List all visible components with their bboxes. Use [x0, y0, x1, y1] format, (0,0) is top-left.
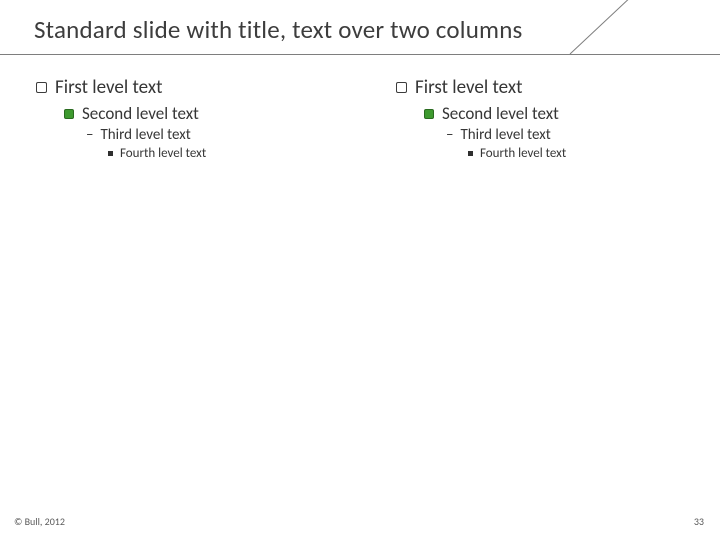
right-column: First level text Second level text – Thi…: [360, 76, 720, 161]
green-square-bullet-icon: [424, 109, 434, 119]
footer-copyright: © Bull, 2012: [14, 515, 65, 528]
small-square-bullet-icon: [108, 151, 113, 156]
green-square-bullet-icon: [64, 109, 74, 119]
two-column-body: First level text Second level text – Thi…: [0, 76, 720, 161]
list-item-level2: Second level text: [64, 103, 348, 124]
level1-text: First level text: [55, 76, 162, 99]
slide-header: Standard slide with title, text over two…: [0, 0, 720, 64]
slide-title: Standard slide with title, text over two…: [34, 14, 523, 45]
level4-text: Fourth level text: [120, 146, 206, 161]
list-item-level1: First level text: [396, 76, 708, 99]
header-diagonal-decoration: [530, 0, 720, 64]
left-column: First level text Second level text – Thi…: [0, 76, 360, 161]
list-item-level3: – Third level text: [86, 126, 348, 144]
page-number: 33: [694, 515, 704, 528]
list-item-level4: Fourth level text: [468, 146, 708, 161]
level4-text: Fourth level text: [480, 146, 566, 161]
list-item-level2: Second level text: [424, 103, 708, 124]
level1-text: First level text: [415, 76, 522, 99]
level2-text: Second level text: [442, 103, 559, 124]
level2-text: Second level text: [82, 103, 199, 124]
level3-text: Third level text: [100, 126, 190, 144]
hollow-square-bullet-icon: [36, 82, 47, 93]
small-square-bullet-icon: [468, 151, 473, 156]
list-item-level3: – Third level text: [446, 126, 708, 144]
level3-text: Third level text: [460, 126, 550, 144]
list-item-level4: Fourth level text: [108, 146, 348, 161]
hollow-square-bullet-icon: [396, 82, 407, 93]
dash-bullet-icon: –: [446, 128, 453, 143]
list-item-level1: First level text: [36, 76, 348, 99]
dash-bullet-icon: –: [86, 128, 93, 143]
